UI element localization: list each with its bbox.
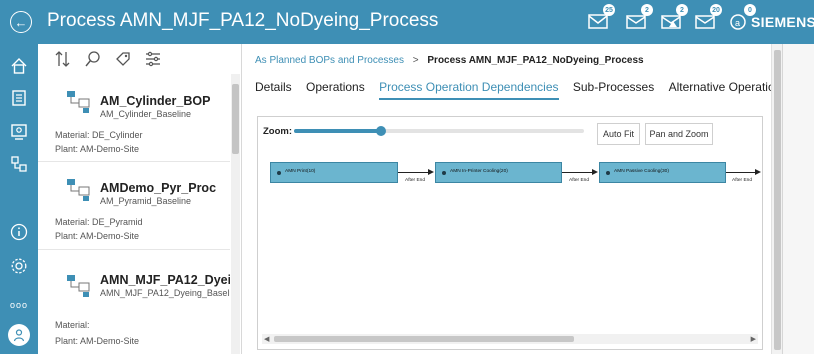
messages-icon[interactable]: 25 <box>586 4 615 34</box>
my-workspace-icon[interactable] <box>9 122 29 142</box>
structures-icon[interactable] <box>9 154 29 174</box>
avatar[interactable] <box>8 324 30 346</box>
dependency-label: After End <box>732 178 752 183</box>
tab-process-operation-dependencies[interactable]: Process Operation Dependencies <box>379 80 559 100</box>
tree-item-plant: Plant: AM-Demo-Site <box>55 336 140 346</box>
operation-status-dot <box>277 171 281 175</box>
tree-item-material: Material: <box>55 320 90 330</box>
tree-item-revision: AM_Pyramid_Baseline <box>100 196 192 206</box>
scroll-right-icon[interactable]: ▶ <box>751 335 756 343</box>
zoom-label: Zoom: <box>263 126 293 137</box>
zoom-slider-fill <box>294 129 381 133</box>
zoom-slider-handle[interactable] <box>376 126 386 136</box>
process-tree-panel: AM_Cylinder_BOP AM_Cylinder_Baseline Mat… <box>38 44 242 354</box>
tree-scrollbar-thumb[interactable] <box>232 84 239 154</box>
operation-node[interactable]: AMN Passive Cooling(30) <box>599 162 726 183</box>
pan-and-zoom-button[interactable]: Pan and Zoom <box>645 123 713 145</box>
operation-node[interactable]: AMN Print(10) <box>270 162 398 183</box>
tasks-icon[interactable]: 2 <box>659 4 688 34</box>
process-structure-icon <box>66 274 92 298</box>
worklist-icon[interactable] <box>9 88 29 108</box>
process-structure-icon <box>66 90 92 114</box>
global-nav-rail: ooo <box>0 44 38 354</box>
messages-badge: 25 <box>603 4 615 16</box>
tree-list: AM_Cylinder_BOP AM_Cylinder_Baseline Mat… <box>38 74 230 354</box>
back-button[interactable]: ← <box>10 11 32 33</box>
brand-logo: SIEMENS <box>751 14 814 30</box>
process-structure-icon <box>66 178 92 202</box>
dependency-arrowhead-icon <box>428 169 434 175</box>
auto-fit-button[interactable]: Auto Fit <box>597 123 640 145</box>
tree-item-amdemo-pyr-proc[interactable]: AMDemo_Pyr_Proc AM_Pyramid_Baseline Mate… <box>38 162 230 250</box>
main-vertical-scrollbar[interactable] <box>771 44 782 354</box>
sort-icon[interactable] <box>54 50 72 68</box>
tasks-badge: 2 <box>676 4 688 16</box>
right-side-panel <box>782 44 814 354</box>
tab-bar: Details Operations Process Operation Dep… <box>255 80 798 102</box>
dependency-arrowhead-icon <box>755 169 761 175</box>
more-icon[interactable]: ooo <box>9 300 29 310</box>
breadcrumb-parent-link[interactable]: As Planned BOPs and Processes <box>255 55 404 66</box>
operation-label: AMN Print(10) <box>285 169 316 174</box>
tree-item-revision: AM_Cylinder_Baseline <box>100 109 192 119</box>
tree-toolbar <box>38 44 242 74</box>
operation-status-dot <box>606 171 610 175</box>
info-icon[interactable] <box>9 222 29 242</box>
tree-item-name: AM_Cylinder_BOP <box>100 94 211 108</box>
operation-node[interactable]: AMN In-Printer Cooling(20) <box>435 162 562 183</box>
graph-horizontal-scrollbar[interactable]: ◀ ▶ <box>262 334 758 344</box>
inbox-icon[interactable]: 2 <box>624 4 653 34</box>
tree-scrollbar[interactable] <box>231 74 240 354</box>
dependency-connector <box>562 172 594 173</box>
dependency-label: After End <box>569 178 589 183</box>
operation-label: AMN In-Printer Cooling(20) <box>450 169 508 174</box>
operation-status-dot <box>442 171 446 175</box>
graph-scrollbar-thumb[interactable] <box>274 336 574 342</box>
dependency-arrowhead-icon <box>592 169 598 175</box>
operation-label: AMN Passive Cooling(30) <box>614 169 669 174</box>
zoom-slider[interactable] <box>294 126 584 136</box>
tree-item-revision: AMN_MJF_PA12_Dyeing_Baseline <box>100 288 230 298</box>
alerts-icon[interactable]: a 0 <box>727 4 756 34</box>
notifications-badge: 20 <box>710 4 722 16</box>
filter-tag-icon[interactable] <box>114 50 132 68</box>
tree-item-name: AMN_MJF_PA12_Dyei... <box>100 273 230 287</box>
breadcrumb-current: Process AMN_MJF_PA12_NoDyeing_Process <box>427 55 644 66</box>
tree-item-material: Material: DE_Cylinder <box>55 130 143 140</box>
tree-item-plant: Plant: AM-Demo-Site <box>55 231 140 241</box>
tree-item-amn-mjf-pa12-dyeing[interactable]: AMN_MJF_PA12_Dyei... AMN_MJF_PA12_Dyeing… <box>38 250 230 354</box>
tab-sub-processes[interactable]: Sub-Processes <box>573 80 654 98</box>
tab-alternative-operations[interactable]: Alternative Operations <box>669 80 788 98</box>
search-icon[interactable] <box>84 50 102 68</box>
tree-item-am-cylinder-bop[interactable]: AM_Cylinder_BOP AM_Cylinder_Baseline Mat… <box>38 74 230 162</box>
tree-item-material: Material: DE_Pyramid <box>55 217 143 227</box>
tree-item-plant: Plant: AM-Demo-Site <box>55 144 140 154</box>
breadcrumb-separator: > <box>412 55 419 66</box>
scroll-left-icon[interactable]: ◀ <box>264 335 269 343</box>
dependency-label: After End <box>405 178 425 183</box>
tab-operations[interactable]: Operations <box>306 80 365 98</box>
back-arrow-icon: ← <box>14 14 28 30</box>
svg-text:a: a <box>735 18 740 28</box>
tree-item-name: AMDemo_Pyr_Proc <box>100 181 217 195</box>
dependency-connector <box>726 172 756 173</box>
breadcrumb: As Planned BOPs and Processes > Process … <box>255 55 644 66</box>
notifications-icon[interactable]: 20 <box>693 4 722 34</box>
list-settings-icon[interactable] <box>144 50 162 68</box>
dependency-connector <box>398 172 430 173</box>
main-scrollbar-thumb[interactable] <box>774 50 781 350</box>
main-content: As Planned BOPs and Processes > Process … <box>243 44 787 354</box>
inbox-badge: 2 <box>641 4 653 16</box>
app-header: ← Process AMN_MJF_PA12_NoDyeing_Process … <box>0 0 814 44</box>
tab-details[interactable]: Details <box>255 80 292 98</box>
dependency-graph-panel: Zoom: Auto Fit Pan and Zoom AMN Print(10… <box>257 116 763 350</box>
settings-icon[interactable] <box>9 256 29 276</box>
home-icon[interactable] <box>9 56 29 76</box>
page-title: Process AMN_MJF_PA12_NoDyeing_Process <box>47 10 439 31</box>
